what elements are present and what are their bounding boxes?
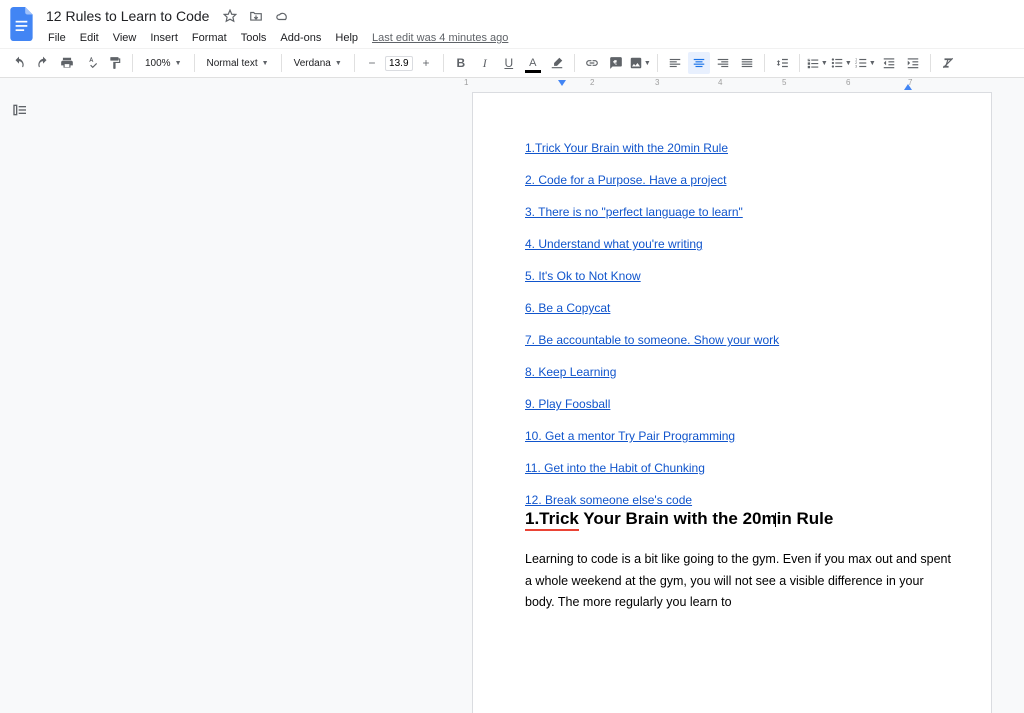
insert-image-button[interactable]: ▼ [629,52,651,74]
toc-link[interactable]: 11. Get into the Habit of Chunking [525,461,951,475]
underline-button[interactable]: U [498,52,520,74]
align-justify-button[interactable] [736,52,758,74]
cloud-status-icon[interactable] [273,7,291,25]
menu-tools[interactable]: Tools [235,30,273,46]
body-paragraph[interactable]: Learning to code is a bit like going to … [525,549,951,613]
svg-text:1: 1 [855,58,857,62]
insert-link-button[interactable] [581,52,603,74]
toc-link[interactable]: 7. Be accountable to someone. Show your … [525,333,951,347]
decrease-indent-button[interactable] [878,52,900,74]
ruler-tick: 2 [590,78,594,87]
document-title[interactable]: 12 Rules to Learn to Code [42,8,213,24]
paint-format-button[interactable] [104,52,126,74]
checklist-button[interactable]: ▼ [806,52,828,74]
outline-panel [0,78,40,713]
numbered-list-button[interactable]: 123▼ [854,52,876,74]
spellcheck-button[interactable] [80,52,102,74]
toc-link[interactable]: 2. Code for a Purpose. Have a project [525,173,951,187]
clear-formatting-button[interactable] [937,52,959,74]
toolbar: 100%▼ Normal text▼ Verdana▼ 13.9 B I U A… [0,48,1024,78]
menu-file[interactable]: File [42,30,72,46]
section-heading[interactable]: 1.Trick Your Brain with the 20min Rule [525,509,951,531]
text-color-button[interactable]: A [522,52,544,74]
add-comment-button[interactable] [605,52,627,74]
zoom-value: 100% [145,58,171,69]
bulleted-list-button[interactable]: ▼ [830,52,852,74]
menu-format[interactable]: Format [186,30,233,46]
right-indent-marker[interactable] [904,84,912,90]
outline-toggle-icon[interactable] [8,98,32,122]
increase-indent-button[interactable] [902,52,924,74]
first-line-indent-marker[interactable] [558,80,566,86]
align-center-button[interactable] [688,52,710,74]
menu-view[interactable]: View [107,30,143,46]
workspace: 1 2 3 4 5 6 7 1.Trick Your Brain with th… [0,78,1024,713]
menu-insert[interactable]: Insert [144,30,184,46]
app-header: 12 Rules to Learn to Code File Edit View… [0,0,1024,48]
menu-addons[interactable]: Add-ons [274,30,327,46]
font-size-increase-button[interactable] [415,52,437,74]
ruler[interactable]: 1 2 3 4 5 6 7 [0,78,1024,92]
print-button[interactable] [56,52,78,74]
text-cursor [775,513,776,527]
highlight-color-button[interactable] [546,52,568,74]
svg-text:3: 3 [855,65,857,69]
align-left-button[interactable] [664,52,686,74]
ruler-tick: 4 [718,78,722,87]
italic-button[interactable]: I [474,52,496,74]
docs-logo-icon[interactable] [8,6,36,42]
line-spacing-button[interactable] [771,52,793,74]
move-icon[interactable] [247,7,265,25]
toc-link[interactable]: 1.Trick Your Brain with the 20min Rule [525,141,951,155]
toc-link[interactable]: 8. Keep Learning [525,365,951,379]
heading-misspelled: 1.Trick [525,509,579,531]
toc-link[interactable]: 12. Break someone else's code [525,493,951,507]
menu-edit[interactable]: Edit [74,30,105,46]
toc-link[interactable]: 10. Get a mentor Try Pair Programming [525,429,951,443]
menu-bar: File Edit View Insert Format Tools Add-o… [42,28,1016,48]
toc-link[interactable]: 4. Understand what you're writing [525,237,951,251]
font-select[interactable]: Verdana▼ [288,56,348,71]
font-size-decrease-button[interactable] [361,52,383,74]
last-edit-link[interactable]: Last edit was 4 minutes ago [372,32,508,44]
star-icon[interactable] [221,7,239,25]
font-size-input[interactable]: 13.9 [385,56,413,71]
font-value: Verdana [294,58,331,69]
ruler-tick: 1 [464,78,468,87]
toc-link[interactable]: 6. Be a Copycat [525,301,951,315]
heading-rest: Your Brain with the 20min Rule [579,509,833,528]
align-right-button[interactable] [712,52,734,74]
toc-link[interactable]: 3. There is no "perfect language to lear… [525,205,951,219]
bold-button[interactable]: B [450,52,472,74]
menu-help[interactable]: Help [329,30,364,46]
ruler-tick: 5 [782,78,786,87]
ruler-tick: 3 [655,78,659,87]
svg-text:2: 2 [855,61,857,65]
undo-button[interactable] [8,52,30,74]
toc-link[interactable]: 5. It's Ok to Not Know [525,269,951,283]
ruler-tick: 6 [846,78,850,87]
document-canvas[interactable]: 1.Trick Your Brain with the 20min Rule 2… [40,78,1024,713]
toc-link[interactable]: 9. Play Foosball [525,397,951,411]
page[interactable]: 1.Trick Your Brain with the 20min Rule 2… [472,92,992,713]
paragraph-style-select[interactable]: Normal text▼ [201,56,275,71]
redo-button[interactable] [32,52,54,74]
zoom-select[interactable]: 100%▼ [139,56,188,71]
paragraph-style-value: Normal text [207,58,258,69]
